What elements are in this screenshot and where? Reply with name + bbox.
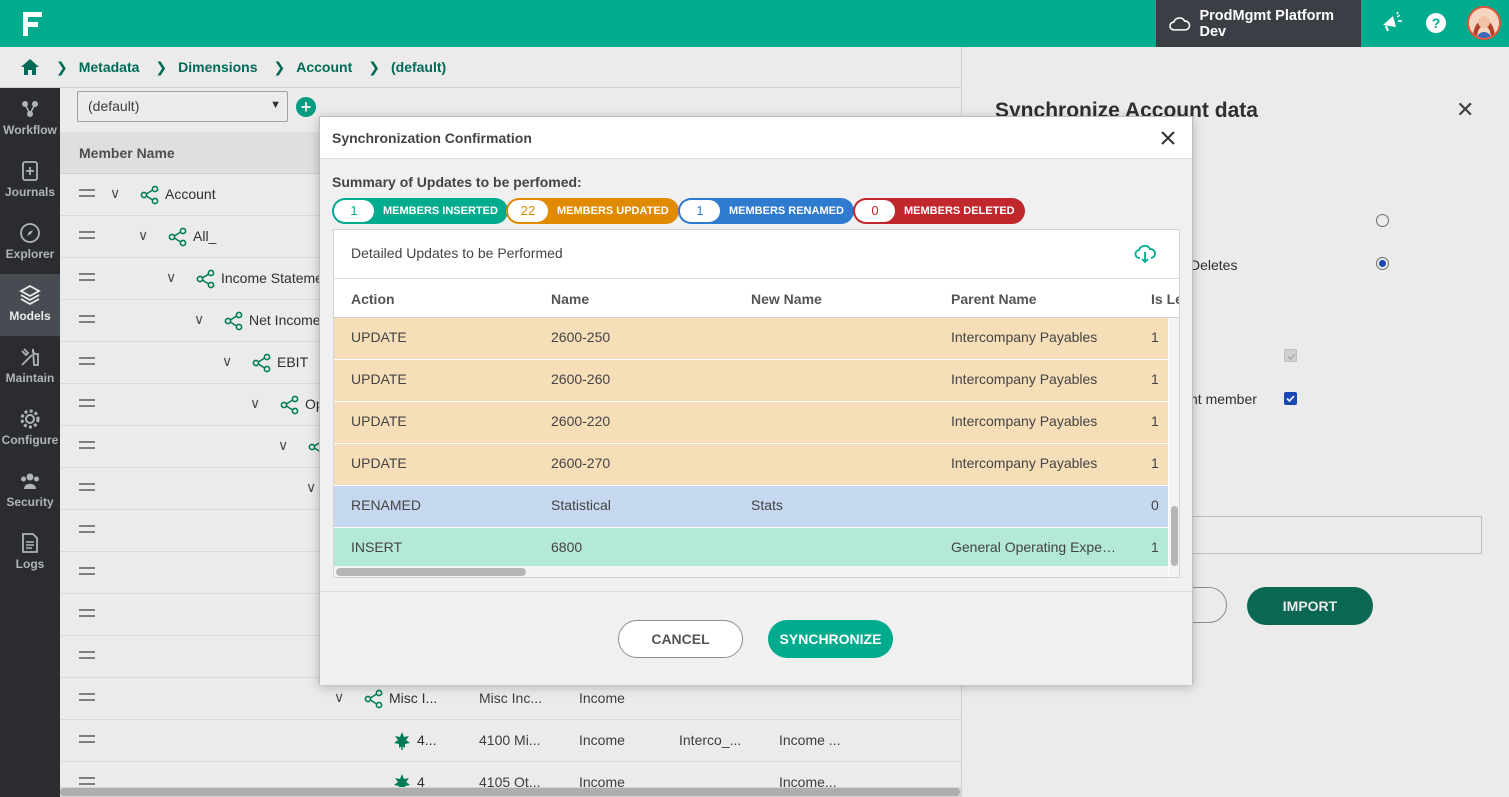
top-bar: ProdMgmt Platform Dev ? bbox=[0, 0, 1509, 47]
dialog-header: Synchronization Confirmation bbox=[320, 117, 1192, 159]
synchronize-button[interactable]: SYNCHRONIZE bbox=[768, 620, 893, 658]
detailed-updates-panel: Detailed Updates to be Performed Action … bbox=[333, 229, 1180, 578]
summary-label: Summary of Updates to be perfomed: bbox=[332, 174, 582, 190]
table-cell-is-leaf: 1 bbox=[1151, 329, 1159, 345]
cloud-download-icon[interactable] bbox=[1134, 243, 1156, 265]
table-cell-parent: Intercompany Payables bbox=[951, 413, 1098, 429]
column-header-action[interactable]: Action bbox=[351, 291, 395, 307]
table-row[interactable]: UPDATE 2600-250 Intercompany Payables 1 bbox=[334, 318, 1168, 360]
table-row[interactable]: INSERT 6800 General Operating Expen... 1 bbox=[334, 528, 1168, 566]
dialog-title: Synchronization Confirmation bbox=[332, 130, 532, 146]
cancel-button[interactable]: CANCEL bbox=[618, 620, 743, 658]
table-cell-parent: Intercompany Payables bbox=[951, 371, 1098, 387]
members-deleted-pill: 0 MEMBERS DELETED bbox=[853, 198, 1025, 224]
table-cell-action: UPDATE bbox=[351, 413, 407, 429]
pill-count: 1 bbox=[680, 200, 720, 222]
detail-title: Detailed Updates to be Performed bbox=[351, 245, 563, 261]
announcement-icon[interactable] bbox=[1380, 11, 1404, 35]
table-cell-action: INSERT bbox=[351, 539, 403, 555]
table-cell-name: 2600-260 bbox=[551, 371, 611, 387]
table-body: UPDATE 2600-250 Intercompany Payables 1 UPDA… bbox=[334, 318, 1168, 566]
dialog-footer: CANCEL SYNCHRONIZE bbox=[320, 591, 1192, 685]
table-cell-name: 2600-270 bbox=[551, 455, 611, 471]
table-cell-action: UPDATE bbox=[351, 329, 407, 345]
help-icon[interactable]: ? bbox=[1424, 11, 1448, 35]
table-cell-is-leaf: 1 bbox=[1151, 413, 1159, 429]
pill-count: 1 bbox=[334, 200, 374, 222]
table-cell-is-leaf: 1 bbox=[1151, 371, 1159, 387]
members-updated-pill: 22 MEMBERS UPDATED bbox=[506, 198, 679, 224]
environment-name: ProdMgmt Platform Dev bbox=[1199, 7, 1334, 40]
table-cell-name: 2600-220 bbox=[551, 413, 611, 429]
horizontal-scrollbar[interactable] bbox=[334, 566, 1168, 577]
pill-label: MEMBERS DELETED bbox=[904, 205, 1015, 217]
members-inserted-pill: 1 MEMBERS INSERTED bbox=[332, 198, 508, 224]
column-header-new-name[interactable]: New Name bbox=[751, 291, 822, 307]
table-cell-name: Statistical bbox=[551, 497, 611, 513]
pill-count: 0 bbox=[855, 200, 895, 222]
table-cell-action: UPDATE bbox=[351, 455, 407, 471]
pill-label: MEMBERS RENAMED bbox=[729, 205, 844, 217]
table-cell-parent: Intercompany Payables bbox=[951, 329, 1098, 345]
table-cell-is-leaf: 0 bbox=[1151, 497, 1159, 513]
table-row[interactable]: RENAMED Statistical Stats 0 bbox=[334, 486, 1168, 528]
pill-label: MEMBERS UPDATED bbox=[557, 205, 669, 217]
avatar[interactable] bbox=[1467, 6, 1501, 40]
pill-count: 22 bbox=[508, 200, 548, 222]
table-cell-parent: General Operating Expen... bbox=[951, 539, 1121, 555]
table-row[interactable]: UPDATE 2600-260 Intercompany Payables 1 bbox=[334, 360, 1168, 402]
table-cell-is-leaf: 1 bbox=[1151, 455, 1159, 471]
svg-text:?: ? bbox=[1432, 15, 1441, 31]
cloud-icon bbox=[1169, 16, 1191, 31]
table-header: Action Name New Name Parent Name Is Le bbox=[334, 278, 1179, 318]
table-row[interactable]: UPDATE 2600-270 Intercompany Payables 1 bbox=[334, 444, 1168, 486]
column-header-is-leaf[interactable]: Is Le bbox=[1151, 291, 1179, 307]
vertical-scrollbar[interactable] bbox=[1169, 318, 1179, 577]
synchronization-confirmation-dialog: Synchronization Confirmation Summary of … bbox=[319, 116, 1193, 685]
table-row[interactable]: UPDATE 2600-220 Intercompany Payables 1 bbox=[334, 402, 1168, 444]
members-renamed-pill: 1 MEMBERS RENAMED bbox=[678, 198, 854, 224]
table-cell-is-leaf: 1 bbox=[1151, 539, 1159, 555]
close-icon[interactable] bbox=[1158, 128, 1178, 148]
table-cell-name: 2600-250 bbox=[551, 329, 611, 345]
table-cell-action: UPDATE bbox=[351, 371, 407, 387]
pill-label: MEMBERS INSERTED bbox=[383, 205, 498, 217]
column-header-parent-name[interactable]: Parent Name bbox=[951, 291, 1037, 307]
environment-selector[interactable]: ProdMgmt Platform Dev bbox=[1156, 0, 1361, 47]
logo-icon[interactable] bbox=[20, 10, 46, 38]
column-header-name[interactable]: Name bbox=[551, 291, 589, 307]
table-cell-action: RENAMED bbox=[351, 497, 422, 513]
table-cell-name: 6800 bbox=[551, 539, 583, 555]
table-cell-new-name: Stats bbox=[751, 497, 783, 513]
table-cell-parent: Intercompany Payables bbox=[951, 455, 1098, 471]
